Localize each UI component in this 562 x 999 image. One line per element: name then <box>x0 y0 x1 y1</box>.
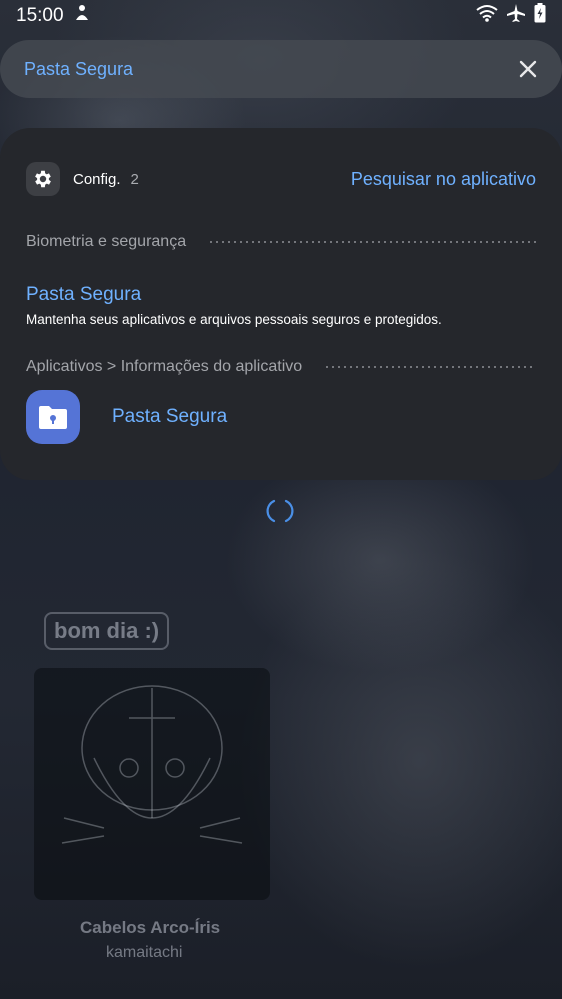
search-bar[interactable]: Pasta Segura <box>0 40 562 98</box>
section-divider <box>324 366 536 368</box>
secure-folder-app-icon <box>26 390 80 444</box>
notification-icon <box>74 4 90 28</box>
section-header-biometrics: Biometria e segurança <box>26 232 536 252</box>
app-item-label: Pasta Segura <box>112 406 228 427</box>
loading-spinner <box>266 497 294 525</box>
spinner-icon <box>266 499 294 523</box>
airplane-mode-icon <box>506 3 526 29</box>
result-count: 2 <box>130 170 139 188</box>
result-item-secure-folder[interactable]: Pasta Segura Mantenha seus aplicativos e… <box>26 284 536 327</box>
rat-illustration-icon <box>61 685 243 844</box>
app-result-header: Config. 2 Pesquisar no aplicativo <box>26 162 536 196</box>
search-input[interactable]: Pasta Segura <box>24 59 133 80</box>
result-item-secure-folder-app[interactable]: Pasta Segura <box>26 390 227 444</box>
status-bar: 15:00 <box>0 0 562 32</box>
track-artist: kamaitachi <box>106 944 183 961</box>
section-path: Aplicativos > Informações do aplicativo <box>26 358 303 375</box>
music-widget-artwork <box>34 668 270 900</box>
section-divider <box>208 241 536 243</box>
status-time: 15:00 <box>16 5 64 26</box>
wifi-icon <box>476 4 498 28</box>
folder-lock-icon <box>39 406 67 429</box>
result-description: Mantenha seus aplicativos e arquivos pes… <box>26 312 442 327</box>
app-name: Config. <box>73 170 121 188</box>
close-icon <box>519 60 537 78</box>
greeting-text: bom dia :) <box>44 612 170 650</box>
search-in-app-link[interactable]: Pesquisar no aplicativo <box>351 169 536 190</box>
clear-search-button[interactable] <box>514 55 542 83</box>
track-title: Cabelos Arco-Íris <box>80 918 221 937</box>
result-title: Pasta Segura <box>26 284 142 305</box>
settings-app-icon[interactable] <box>26 162 60 196</box>
battery-icon <box>534 3 546 29</box>
search-results-card: Config. 2 Pesquisar no aplicativo Biomet… <box>0 128 562 480</box>
section-path: Biometria e segurança <box>26 233 187 250</box>
gear-icon <box>35 170 51 188</box>
section-header-app-info: Aplicativos > Informações do aplicativo <box>26 357 536 377</box>
